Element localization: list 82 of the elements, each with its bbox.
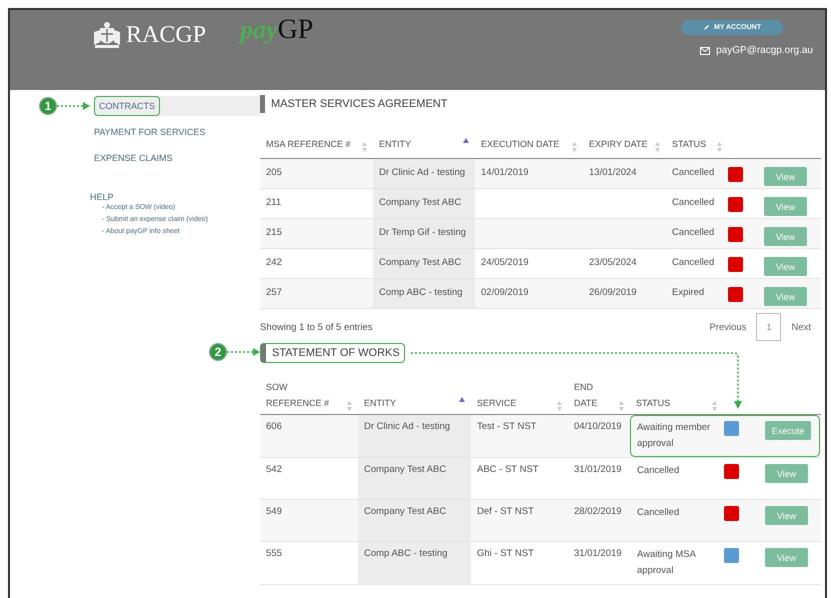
sort-ascending-icon[interactable] <box>463 138 469 143</box>
help-heading: HELP <box>90 192 115 202</box>
table-cell-text: 555 <box>265 547 283 561</box>
table-cell-text: Awaiting MSA approval <box>636 548 697 578</box>
sort-icon[interactable] <box>362 142 367 152</box>
section-title: MASTER SERVICES AGREEMENT <box>271 98 448 110</box>
column-header[interactable]: ENTITY <box>379 136 412 152</box>
table-cell: Dr Clinic Ad - testing <box>358 415 471 457</box>
table-cell-text: Ghi - ST NST <box>476 547 535 561</box>
sort-icon[interactable] <box>655 142 660 152</box>
table-cell: Company Test ABC <box>358 500 471 541</box>
callout-badge: 2 <box>210 344 226 360</box>
pencil-icon <box>702 24 710 31</box>
table-cell: Company Test ABC <box>373 249 475 278</box>
column-header[interactable]: END DATE <box>574 379 610 411</box>
sort-ascending-icon[interactable] <box>459 397 465 402</box>
dotted-arrow <box>226 348 260 356</box>
column-header[interactable]: MSA REFERENCE # <box>266 136 351 152</box>
column-header[interactable]: EXPIRY DATE <box>589 136 648 152</box>
table-cell-text: 215 <box>265 226 283 240</box>
table-cell-text: 211 <box>265 196 282 210</box>
column-header[interactable]: SOW REFERENCE # <box>266 379 344 411</box>
table-cell-text: 24/05/2019 <box>480 256 530 270</box>
table-cell-text: 31/01/2019 <box>573 463 623 477</box>
dotted-arrow <box>56 102 90 110</box>
table-cell-text: Cancelled <box>671 196 716 210</box>
envelope-icon <box>700 46 710 54</box>
table-cell-text: ABC - ST NST <box>476 463 540 477</box>
highlighted-section-title: STATEMENT OF WORKS <box>260 343 405 363</box>
table-cell-text: Cancelled <box>671 166 716 180</box>
table-cell-text: 549 <box>265 505 283 519</box>
table-cell-text: Expired <box>671 286 706 300</box>
callout-badge: 1 <box>40 98 56 114</box>
table-cell: Dr Clinic Ad - testing <box>373 159 475 188</box>
column-header[interactable]: EXECUTION DATE <box>481 136 560 152</box>
column-header[interactable]: STATUS <box>636 395 670 411</box>
table-cell-text: 31/01/2019 <box>573 547 623 561</box>
table-cell-text: 542 <box>265 463 283 477</box>
sort-icon[interactable] <box>572 142 577 152</box>
column-header[interactable]: ENTITY <box>364 395 396 411</box>
table-cell-text: Cancelled <box>636 506 680 520</box>
table-cell-text: 04/10/2019 <box>573 420 623 434</box>
table-cell-text: Test - ST NST <box>476 420 538 434</box>
column-header[interactable]: STATUS <box>672 136 706 152</box>
section-marker <box>260 95 265 113</box>
table-cell: Company Test ABC <box>358 458 471 499</box>
logo-text: GP <box>278 14 314 46</box>
sort-icon[interactable] <box>619 401 624 411</box>
table-cell-text: 205 <box>265 166 283 180</box>
table-cell-text: Cancelled <box>636 464 680 478</box>
nav-item[interactable]: PAYMENT FOR SERVICES <box>90 122 218 142</box>
sort-icon[interactable] <box>557 401 562 411</box>
sort-icon[interactable] <box>347 401 352 411</box>
table-cell-text: Awaiting member approval <box>636 421 712 451</box>
previous-button[interactable]: Previous <box>699 316 756 338</box>
crest-icon <box>92 20 122 50</box>
table-cell: Company Test ABC <box>373 189 475 218</box>
table-cell-text: 23/05/2024 <box>588 256 638 270</box>
table-cell-text: Def - ST NST <box>476 505 535 519</box>
table-cell: Comp ABC - testing <box>358 542 471 584</box>
table-cell: Comp ABC - testing <box>373 279 475 308</box>
table-cell-text: 257 <box>265 286 283 300</box>
table-cell-text: 606 <box>265 420 283 434</box>
table-cell-text: 242 <box>265 256 283 270</box>
nav-item[interactable]: CONTRACTS <box>94 96 160 116</box>
table-cell-text: 14/01/2019 <box>480 166 530 180</box>
table-cell: Dr Temp Gif - testing <box>373 219 475 248</box>
column-header[interactable]: SERVICE <box>477 395 516 411</box>
email-link[interactable]: payGP@racgp.org.au <box>716 45 813 56</box>
nav-item[interactable]: EXPENSE CLAIMS <box>90 148 218 168</box>
entries-info: Showing 1 to 5 of 5 entries <box>260 322 372 332</box>
table-cell-text: 13/01/2024 <box>588 166 638 180</box>
table-cell-text: 26/09/2019 <box>588 286 638 300</box>
table-cell-text: 28/02/2019 <box>573 505 623 519</box>
page-button[interactable]: 1 <box>756 313 782 341</box>
table-cell-text: Cancelled <box>671 226 716 240</box>
next-button[interactable]: Next <box>781 316 821 338</box>
sort-icon[interactable] <box>712 401 717 411</box>
sort-icon[interactable] <box>717 142 722 152</box>
table-cell-text: 02/09/2019 <box>480 286 530 300</box>
logo-text: RACGP <box>126 22 206 48</box>
table-cell-text: Cancelled <box>671 256 716 270</box>
